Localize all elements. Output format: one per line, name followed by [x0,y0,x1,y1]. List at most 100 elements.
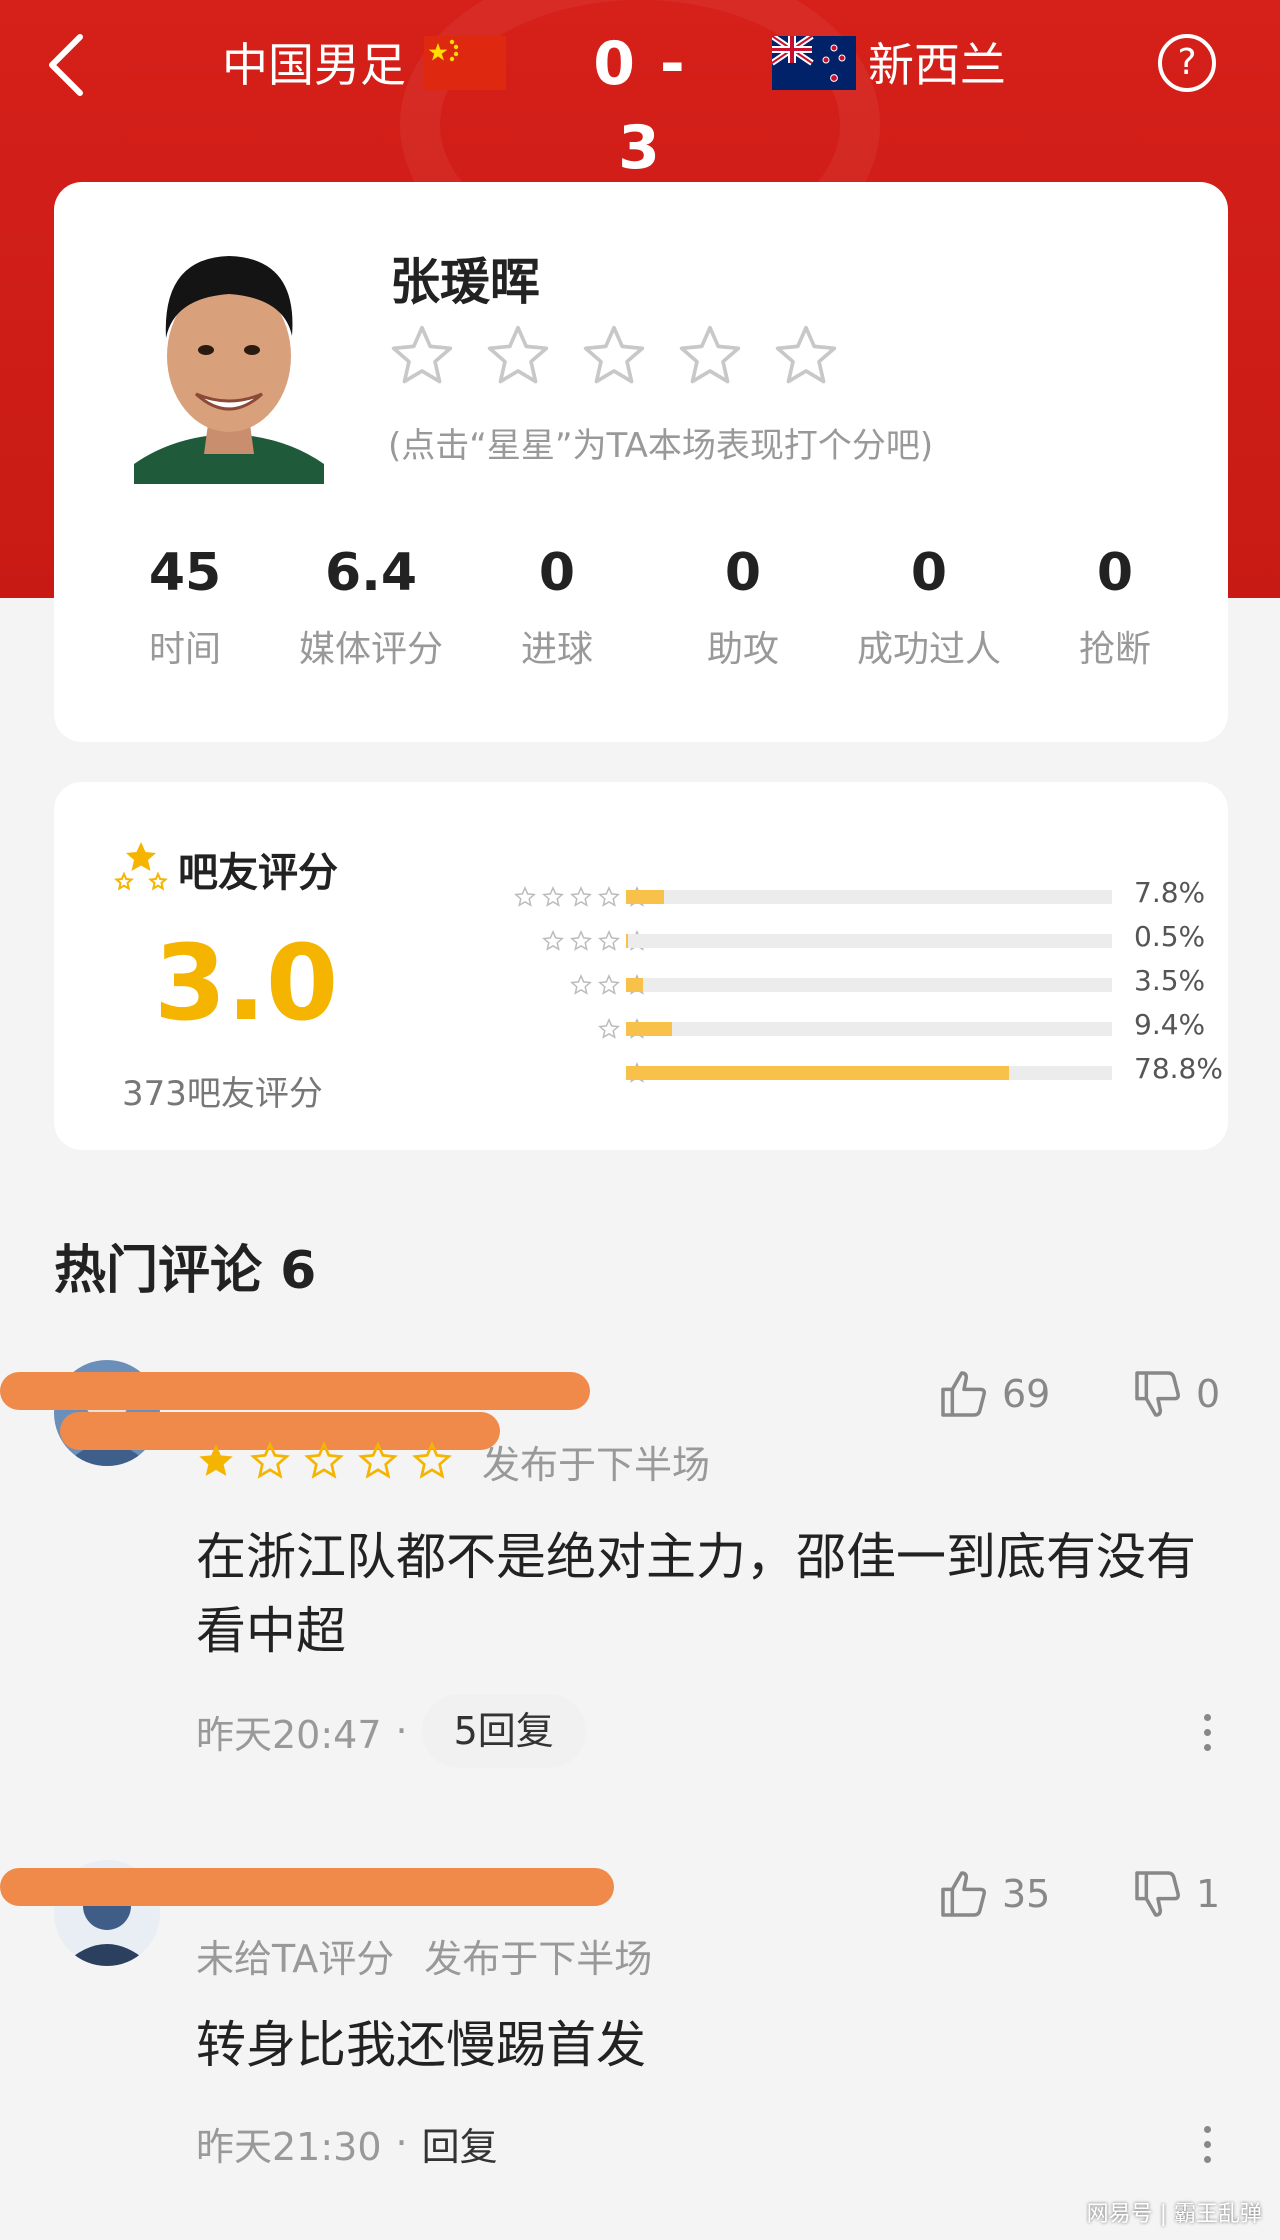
distribution-row: 9.4% [404,1008,1234,1044]
redaction-mark [0,1868,614,1906]
distribution-row: 7.8% [404,876,1234,912]
dislike-button[interactable]: 0 [1130,1364,1220,1424]
distribution-percent: 78.8% [1134,1052,1223,1085]
distribution-row: 3.5% [404,964,1234,1000]
stat-dribbles: 0 成功过人 [836,538,1022,672]
star-filled-icon [199,1444,233,1476]
dislike-count: 0 [1196,1372,1221,1416]
replies-button[interactable]: 5回复 [421,1694,586,1768]
help-button[interactable]: ? [1158,34,1216,92]
stat-minutes: 45 时间 [92,538,278,672]
china-flag-icon [424,36,506,90]
player-card: 张瑗晖 (点击“星星”为TA本场表现打个分吧) 45 时间 6.4 媒体评分 0… [54,182,1228,742]
star-outline-icon [358,1441,398,1479]
player-name: 张瑗晖 [390,253,540,311]
thumbs-up-icon [941,1371,986,1417]
star-outline-icon [570,886,592,907]
comment-text: 转身比我还慢踢首发 [196,2016,646,2074]
posted-period: 发布于下半场 [482,1442,711,1487]
separator-dot: · [395,1709,408,1753]
player-rating-stars[interactable] [388,322,840,402]
like-button[interactable]: 35 [936,1864,1050,1924]
stat-value: 0 [538,543,576,603]
no-rating-text: 未给TA评分 [196,1936,395,1981]
stat-media-rating: 6.4 媒体评分 [278,538,464,672]
stat-value: 45 [148,543,222,603]
watermark: 网易号 | 霸王乱弹 [1086,2202,1262,2227]
star-outline-icon[interactable] [484,322,552,390]
stars-cluster-icon [114,842,168,891]
redaction-mark [0,1372,590,1410]
stat-goals: 0 进球 [464,538,650,672]
star-outline-icon [570,974,592,995]
player-stats: 45 时间 6.4 媒体评分 0 进球 0 助攻 0 成功过人 0 抢断 [92,538,1192,698]
away-team-name[interactable]: 新西兰 [868,30,1006,100]
star-outline-icon[interactable] [772,322,840,390]
star-outline-icon[interactable] [388,322,456,390]
distribution-percent: 0.5% [1134,920,1206,953]
stat-label: 助攻 [706,629,779,670]
thumbs-up-icon [941,1871,986,1917]
fan-rating-card: 吧友评分 3.0 373吧友评分 7.8% 0.5% 3.5% 9.4% 78.8% [54,782,1228,1150]
distribution-row: 0.5% [404,920,1234,956]
more-options-icon[interactable] [1196,1702,1218,1762]
match-header: 中国男足 0 - 3 新西兰 ? [0,0,1280,183]
fan-rating-score: 3.0 [154,922,339,1044]
home-team-name[interactable]: 中国男足 [222,30,406,100]
distribution-bar [626,1066,1112,1080]
star-outline-icon [542,930,564,951]
stat-value: 6.4 [324,543,418,603]
match-score: 0 - 3 [593,29,687,183]
thumbs-down-icon [1135,1871,1180,1917]
distribution-bar-fill [626,1022,672,1036]
distribution-percent: 3.5% [1134,964,1206,997]
like-button[interactable]: 69 [936,1364,1050,1424]
distribution-bar-fill [626,934,629,948]
distribution-bar-fill [626,1066,1009,1080]
stat-label: 时间 [148,629,221,670]
like-count: 35 [1002,1872,1051,1916]
back-button[interactable] [36,30,96,100]
stat-label: 抢断 [1078,629,1151,670]
comment-footer: 昨天20:47 · 5回复 [196,1694,586,1768]
comment-text: 在浙江队都不是绝对主力，邵佳一到底有没有看中超 [196,1528,1196,1660]
dislike-count: 1 [1196,1872,1221,1916]
rating-hint: (点击“星星”为TA本场表现打个分吧) [388,426,934,466]
star-outline-icon [598,886,620,907]
fan-rating-count: 373吧友评分 [122,1074,323,1114]
hot-comments-title: 热门评论 6 [54,1241,317,1301]
player-photo [134,228,324,484]
distribution-bar [626,890,1112,904]
chevron-left-icon [49,34,83,96]
star-outline-icon[interactable] [676,322,744,390]
posted-period: 发布于下半场 [424,1936,653,1981]
star-outline-icon [542,886,564,907]
star-outline-icon [598,974,620,995]
distribution-percent: 7.8% [1134,876,1206,909]
fan-rating-title: 吧友评分 [178,850,338,896]
star-outline-icon [514,886,536,907]
comment-rating: 未给TA评分 发布于下半场 [196,1930,653,1981]
stat-label: 进球 [520,629,593,670]
star-outline-icon [412,1441,452,1479]
comment-footer: 昨天21:30 · 回复 [196,2106,498,2180]
star-outline-icon[interactable] [580,322,648,390]
distribution-bar [626,934,1112,948]
stat-value: 0 [724,543,762,603]
star-outline-icon [570,930,592,951]
comment-time: 昨天20:47 [196,1712,382,1757]
stat-label: 媒体评分 [298,629,443,670]
more-options-icon[interactable] [1196,2114,1218,2174]
star-outline-icon [250,1441,290,1479]
distribution-bar-fill [626,978,643,992]
stat-value: 0 [910,543,948,603]
stat-value: 0 [1096,543,1134,603]
comment-rating: 发布于下半场 [196,1436,711,1487]
dislike-button[interactable]: 1 [1130,1864,1220,1924]
new-zealand-flag-icon [770,33,856,90]
star-outline-icon [598,1018,620,1039]
stat-tackles: 0 抢断 [1022,538,1208,672]
reply-button[interactable]: 回复 [422,2116,498,2171]
distribution-percent: 9.4% [1134,1008,1206,1041]
stat-assists: 0 助攻 [650,538,836,672]
